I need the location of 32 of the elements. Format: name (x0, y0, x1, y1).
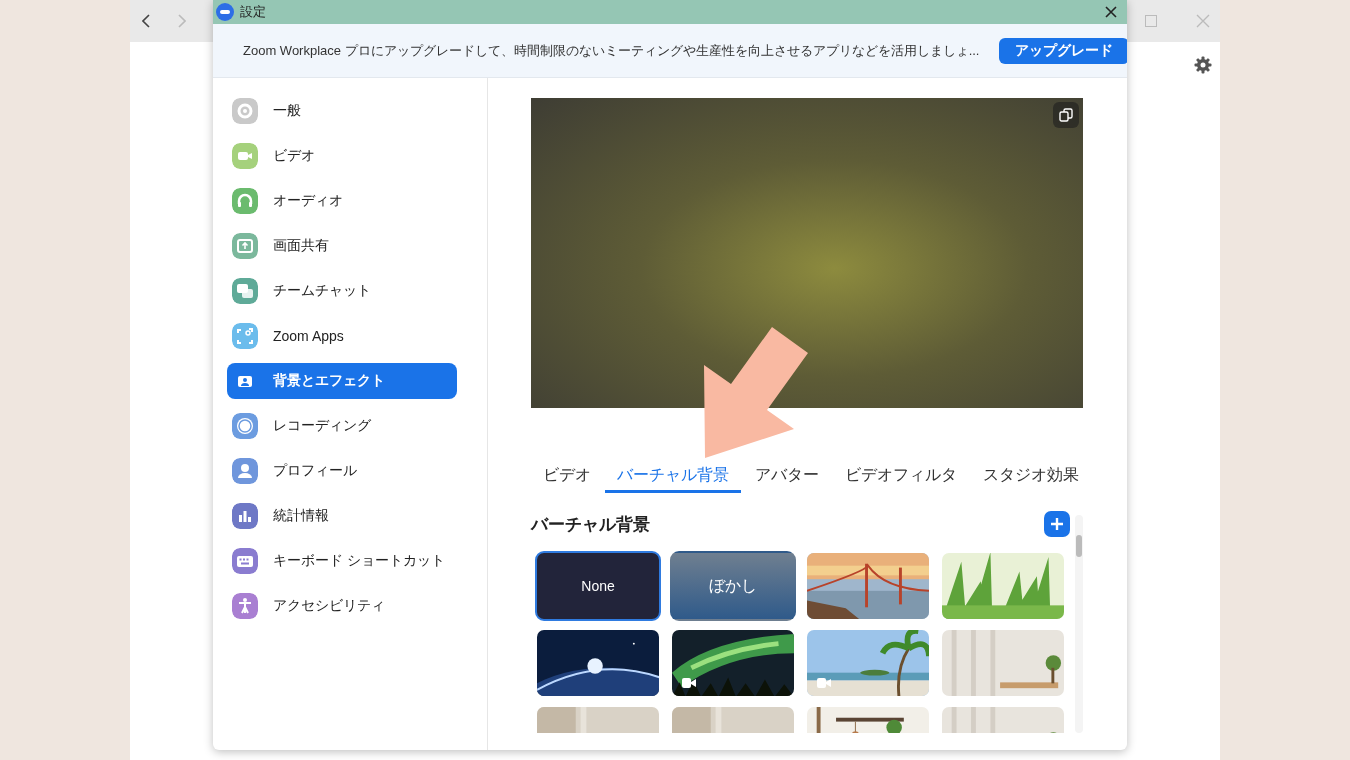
settings-icon[interactable] (1194, 56, 1212, 74)
scrollbar[interactable] (1075, 515, 1083, 733)
sidebar-item[interactable]: 一般 (227, 93, 457, 129)
sidebar-item[interactable]: 統計情報 (227, 498, 457, 534)
tab[interactable]: バーチャル背景 (605, 460, 741, 493)
banner-text: Zoom Workplace プロにアップグレードして、時間制限のないミーティングや生産性を向上させるアプリなどを活用しましょ... (243, 41, 980, 60)
sidebar-item[interactable]: オーディオ (227, 183, 457, 219)
sidebar-item[interactable]: Zoom Apps (227, 318, 457, 354)
sidebar-item[interactable]: チームチャット (227, 273, 457, 309)
background-tile[interactable]: ぼかし (670, 551, 796, 621)
section-title: バーチャル背景 (531, 513, 650, 536)
logo-icon (216, 3, 234, 21)
sidebar-item[interactable]: 画面共有 (227, 228, 457, 264)
sidebar-item[interactable]: キーボード ショートカット (227, 543, 457, 579)
tab[interactable]: アバター (743, 460, 831, 493)
sidebar-item[interactable]: レコーディング (227, 408, 457, 444)
background-tile[interactable]: None (535, 551, 661, 621)
sidebar-item[interactable]: ビデオ (227, 138, 457, 174)
sidebar-item[interactable]: アクセシビリティ (227, 588, 457, 624)
sidebar-item[interactable]: プロフィール (227, 453, 457, 489)
window-title: 設定 (240, 3, 266, 21)
video-camera-icon (682, 678, 696, 688)
tab[interactable]: ビデオフィルタ (833, 460, 969, 493)
add-button[interactable] (1044, 511, 1070, 537)
tab[interactable]: ビデオ (531, 460, 603, 493)
upgrade-button[interactable]: アップグレード (999, 37, 1127, 64)
sidebar-item[interactable]: 背景とエフェクト (227, 363, 457, 399)
tab[interactable]: スタジオ効果 (971, 460, 1091, 493)
plus-icon (1050, 517, 1064, 531)
video-camera-icon (817, 678, 831, 688)
back-icon[interactable] (142, 14, 150, 28)
close-icon[interactable] (1105, 6, 1117, 18)
